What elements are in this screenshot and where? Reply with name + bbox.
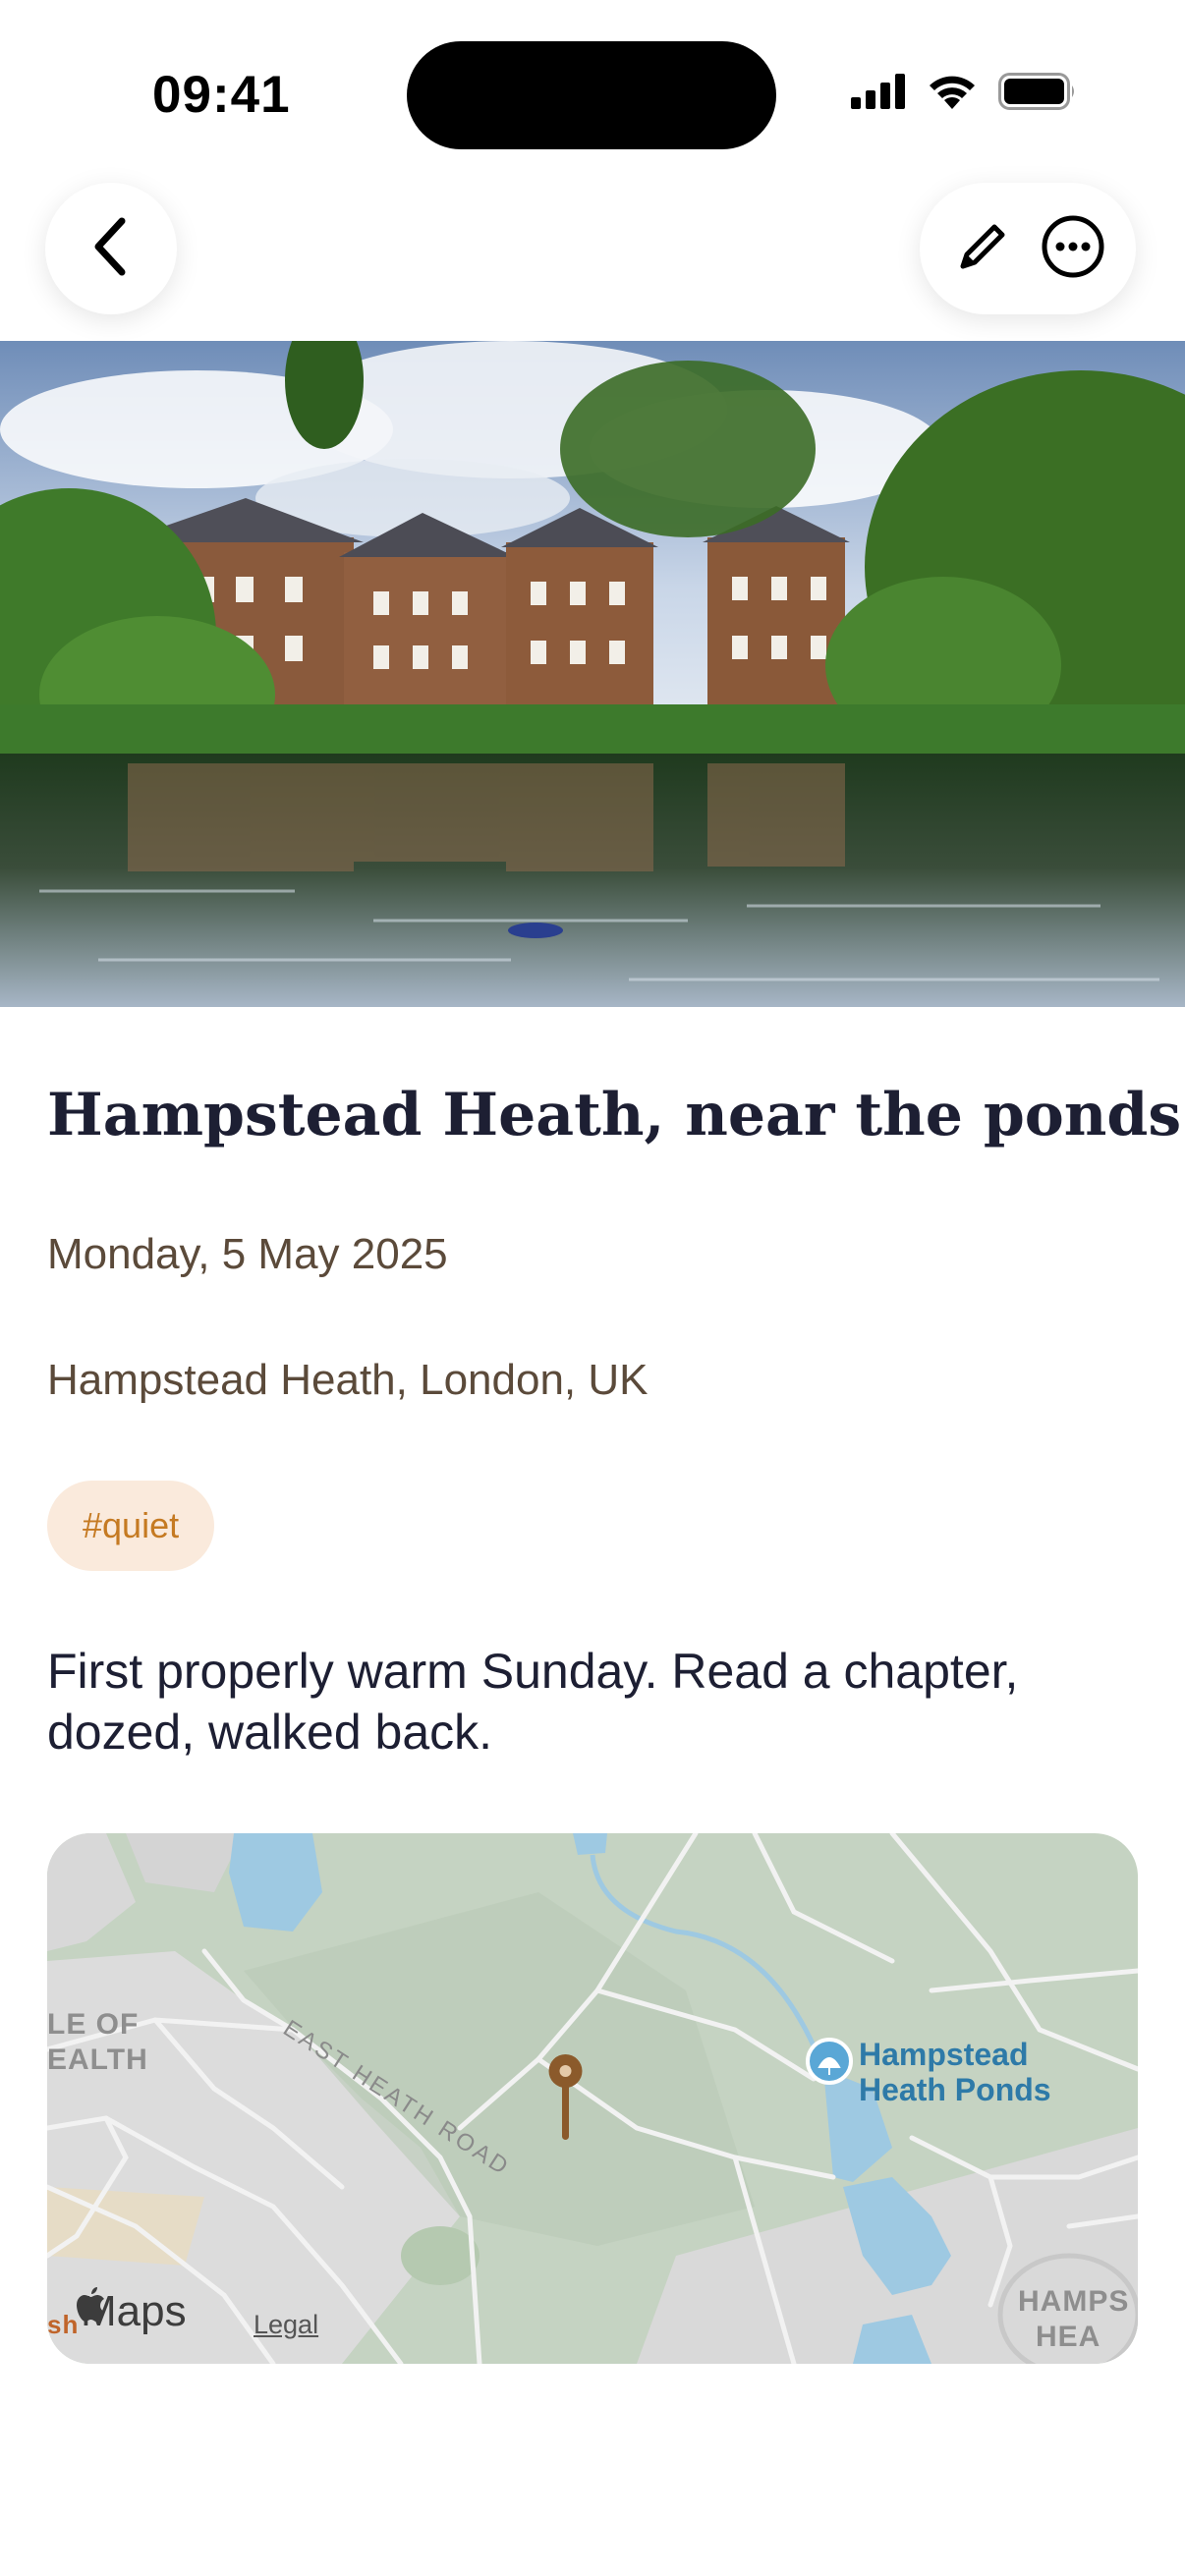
area-label-right-2: HEA — [1036, 2321, 1101, 2353]
poi-label[interactable]: Hampstead Heath Ponds — [859, 2037, 1051, 2107]
signal-icon — [851, 74, 906, 114]
area-label-left-2: EALTH — [47, 2044, 148, 2076]
hero-photo[interactable] — [0, 341, 1185, 1007]
ellipsis-circle-icon — [1041, 214, 1105, 284]
edit-button[interactable] — [943, 209, 1022, 288]
area-label-right-1: HAMPS — [1018, 2285, 1130, 2318]
maps-attribution: Maps — [77, 2287, 187, 2336]
map-edge-label: sh — [47, 2310, 80, 2339]
entry-actions — [920, 183, 1136, 314]
status-time: 09:41 — [152, 66, 291, 124]
back-button[interactable] — [45, 183, 177, 314]
tag-chip[interactable]: #quiet — [47, 1481, 215, 1571]
entry-body: First properly warm Sunday. Read a chapt… — [47, 1644, 1019, 1760]
pencil-icon — [953, 217, 1012, 281]
entry-date: Monday, 5 May 2025 — [47, 1230, 448, 1278]
status-icons — [851, 73, 1077, 115]
dynamic-island — [407, 41, 776, 149]
location-map[interactable]: LE OF EALTH HAMPS HEA EAST HEATH ROAD Ha… — [47, 1833, 1138, 2364]
legal-link[interactable]: Legal — [254, 2310, 318, 2340]
chevron-left-icon — [86, 215, 136, 283]
pond-photo-illustration — [0, 341, 1185, 1007]
area-label-left-1: LE OF — [47, 2008, 140, 2041]
entry-title: Hampstead Heath, near the ponds — [47, 1081, 1182, 1149]
status-bar: 09:41 — [0, 0, 1185, 187]
wifi-icon — [928, 74, 977, 114]
battery-icon — [998, 73, 1077, 115]
poi-label-line2: Heath Ponds — [859, 2072, 1051, 2107]
entry-location: Hampstead Heath, London, UK — [47, 1356, 649, 1404]
more-button[interactable] — [1034, 209, 1112, 288]
poi-label-line1: Hampstead — [859, 2037, 1029, 2072]
